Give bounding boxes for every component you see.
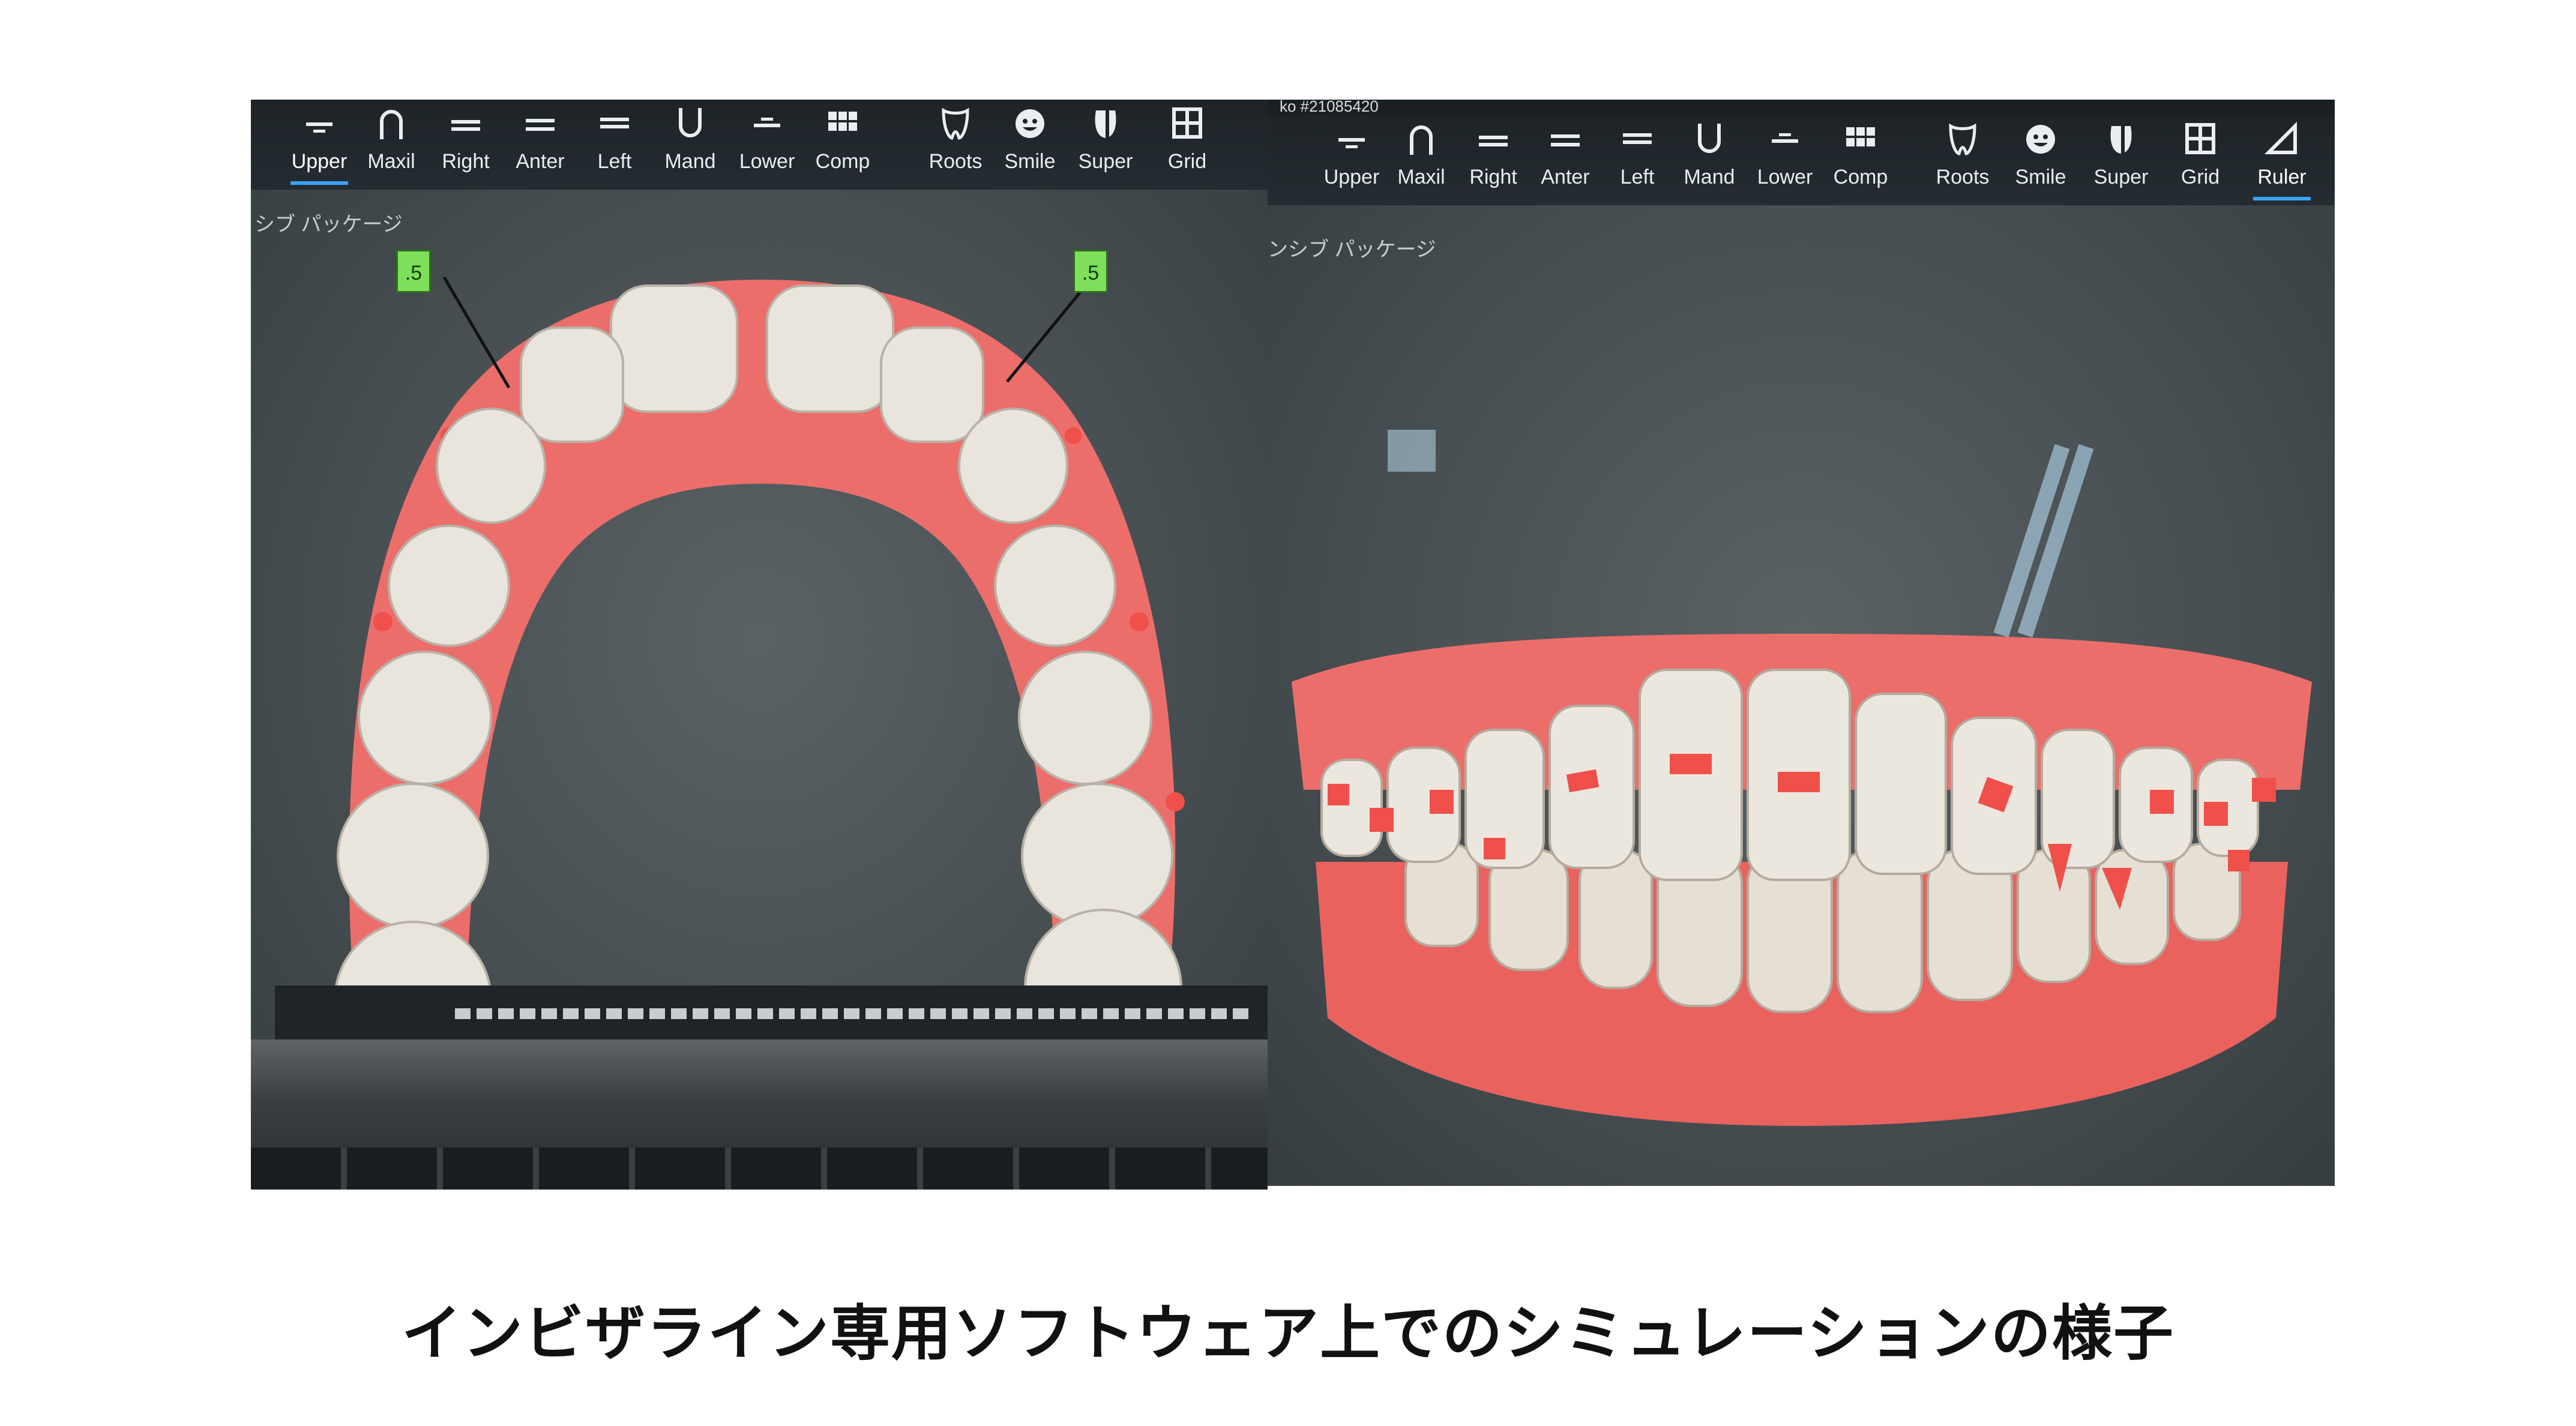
right-3d-viewport bbox=[1268, 190, 2335, 1186]
lateral-right bbox=[880, 326, 984, 443]
anterior-view-icon bbox=[526, 119, 555, 131]
view-toolbar: Upper Maxil Right Anter Left Mand Lower bbox=[251, 100, 1268, 190]
maxillary-arch-icon bbox=[380, 110, 403, 139]
package-label: シブ パッケージ bbox=[254, 213, 403, 236]
tool-upper[interactable]: Upper bbox=[1316, 115, 1388, 205]
left-view-icon bbox=[1623, 133, 1652, 144]
view-toolbar: Upper Maxil Right Anter Left Mand Lower bbox=[1268, 115, 2335, 205]
right-photo-frontal-view: ンシブ パッケージ Upper Maxil Right Anter Left M… bbox=[1268, 100, 2335, 1186]
tag-leader-left bbox=[442, 276, 511, 389]
incisor-right bbox=[766, 284, 894, 413]
tool-maxil[interactable]: Maxil bbox=[355, 100, 427, 190]
ruler-icon bbox=[2264, 121, 2297, 154]
tool-label: Grid bbox=[1167, 150, 1207, 173]
right-view-icon bbox=[1479, 136, 1508, 146]
maxillary-arch-icon bbox=[1410, 125, 1433, 155]
tool-mand[interactable]: Mand bbox=[1673, 115, 1745, 205]
tool-upper[interactable]: Upper bbox=[283, 100, 355, 190]
premolar-left-1 bbox=[388, 525, 510, 647]
upper-view-icon bbox=[1338, 138, 1365, 148]
frontal-teeth-model bbox=[1292, 430, 2312, 1126]
measurement-tag-left: .5 bbox=[396, 250, 431, 293]
tool-label: Comp bbox=[815, 150, 870, 173]
tool-comp[interactable]: Comp bbox=[1825, 115, 1897, 205]
left-view-icon bbox=[600, 118, 629, 128]
mandibular-arch-icon bbox=[1698, 124, 1721, 153]
left-photo-upper-arch: .5 .5 シブ パッケージ Upper Maxil Right Anter L… bbox=[251, 100, 1268, 1190]
tool-label: Comp bbox=[1833, 166, 1888, 188]
tool-super[interactable]: Super bbox=[1070, 100, 1142, 190]
tool-right[interactable]: Right bbox=[1457, 115, 1529, 205]
tool-comp[interactable]: Comp bbox=[807, 100, 879, 190]
mandibular-arch-icon bbox=[679, 108, 702, 137]
tool-left[interactable]: Left bbox=[1601, 115, 1673, 205]
case-id: ko #21085420 bbox=[1280, 100, 1379, 115]
caption: インビザライン専用ソフトウェア上でのシミュレーションの様子 bbox=[402, 1298, 2174, 1368]
tool-label: Ruler bbox=[2257, 166, 2307, 188]
tool-lower[interactable]: Lower bbox=[1749, 115, 1821, 205]
premolar-left-2 bbox=[358, 651, 492, 785]
tool-roots[interactable]: Roots bbox=[1927, 115, 1999, 205]
tool-smile[interactable]: Smile bbox=[994, 100, 1066, 190]
tooth-roots-icon bbox=[942, 107, 969, 140]
tool-mand[interactable]: Mand bbox=[654, 100, 726, 190]
anterior-view-icon bbox=[1551, 134, 1580, 146]
laptop-body bbox=[251, 1039, 1268, 1190]
tool-grid[interactable]: Grid bbox=[1151, 100, 1223, 190]
case-header: ko #21085420 bbox=[1268, 100, 2335, 115]
lower-view-icon bbox=[754, 118, 780, 127]
tool-super[interactable]: Super bbox=[2085, 115, 2157, 205]
smile-face-icon bbox=[1016, 109, 1044, 138]
tool-anter[interactable]: Anter bbox=[1529, 115, 1601, 205]
molar-right-1 bbox=[1021, 783, 1173, 929]
measurement-tag-right: .5 bbox=[1073, 250, 1108, 293]
compare-grid-icon bbox=[1846, 127, 1875, 146]
central-incisor-left bbox=[1639, 669, 1743, 881]
canine-right bbox=[958, 408, 1068, 524]
premolar-right-1 bbox=[994, 525, 1116, 647]
molar-left-1 bbox=[337, 783, 489, 929]
upper-view-icon bbox=[306, 122, 333, 133]
tool-roots[interactable]: Roots bbox=[919, 100, 992, 190]
tool-right[interactable]: Right bbox=[430, 100, 502, 190]
tool-smile[interactable]: Smile bbox=[2005, 115, 2077, 205]
superimpose-icon bbox=[1095, 110, 1116, 138]
lower-view-icon bbox=[1772, 133, 1798, 143]
grid-icon bbox=[2185, 123, 2215, 154]
tool-maxil[interactable]: Maxil bbox=[1385, 115, 1457, 205]
screen-glare bbox=[1388, 430, 2094, 637]
tool-anter[interactable]: Anter bbox=[504, 100, 576, 190]
premolar-right-2 bbox=[1018, 651, 1152, 785]
tool-left[interactable]: Left bbox=[579, 100, 651, 190]
tool-ruler[interactable]: Ruler bbox=[2246, 115, 2318, 205]
compare-grid-icon bbox=[828, 112, 857, 131]
right-view-icon bbox=[451, 120, 480, 131]
tag-leader-right bbox=[1006, 276, 1094, 383]
smile-face-icon bbox=[2026, 125, 2055, 154]
tool-lower[interactable]: Lower bbox=[731, 100, 803, 190]
lateral-left bbox=[520, 326, 624, 443]
tool-grid[interactable]: Grid bbox=[2164, 115, 2236, 205]
grid-icon bbox=[1172, 107, 1202, 139]
canine-left bbox=[436, 408, 546, 524]
stage-timeline[interactable] bbox=[275, 985, 1268, 1039]
superimpose-icon bbox=[2110, 126, 2132, 154]
package-label: ンシブ パッケージ bbox=[1268, 238, 1436, 261]
keyboard-keys bbox=[251, 1148, 1268, 1190]
tooth-roots-icon bbox=[1949, 123, 1976, 155]
incisor-left bbox=[610, 284, 738, 413]
